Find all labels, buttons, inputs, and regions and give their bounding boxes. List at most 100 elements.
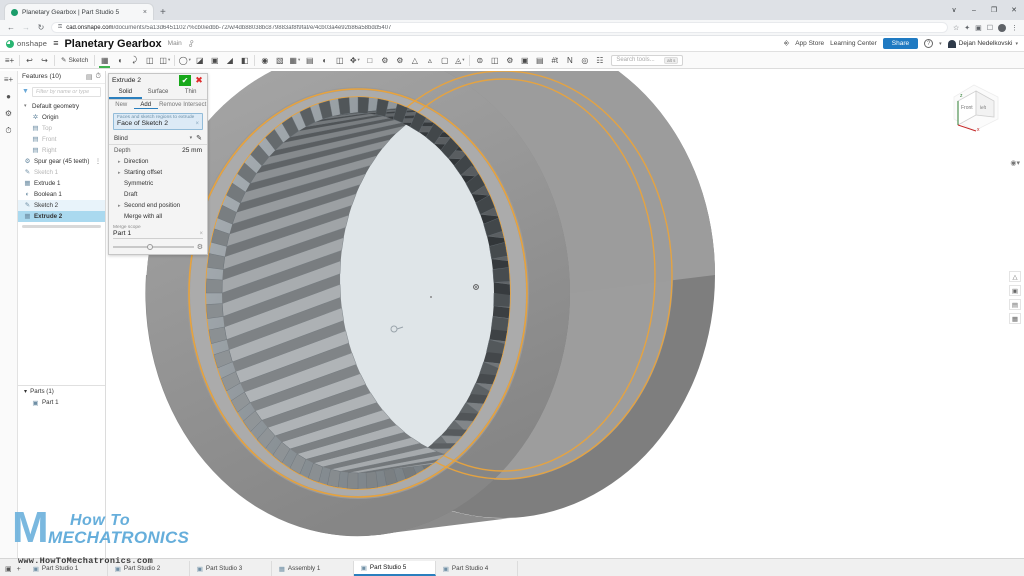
new-tab-button[interactable]: + <box>154 8 172 20</box>
feature-item-right[interactable]: ▤ Right <box>18 145 105 156</box>
chevron-down-icon[interactable]: ▾ <box>24 103 29 109</box>
chevron-down-icon[interactable]: ▾ <box>298 57 300 63</box>
comments-rail-icon[interactable]: ● <box>6 92 11 101</box>
render-icon[interactable]: ▣ <box>517 53 532 68</box>
thicken-icon[interactable]: ◫▾ <box>157 53 172 68</box>
revolve-icon[interactable]: ◖ <box>112 53 127 68</box>
feature-item-boolean-1[interactable]: ◐ Boolean 1 <box>18 189 105 200</box>
rib-icon[interactable]: ◧ <box>237 53 252 68</box>
feature-item-top[interactable]: ▤ Top <box>18 123 105 134</box>
clear-selection-icon[interactable]: × <box>195 121 199 127</box>
feature-item-spur-gear[interactable]: ⚙ Spur gear (45 teeth) ⋮ <box>18 156 105 167</box>
close-tab-icon[interactable]: × <box>143 9 147 16</box>
opacity-slider-track[interactable] <box>113 246 194 248</box>
maximize-button[interactable]: ❐ <box>984 0 1004 20</box>
opacity-slider-knob[interactable] <box>147 244 153 250</box>
feature-item-origin[interactable]: ✲ Origin <box>18 112 105 123</box>
end-condition-dropdown[interactable]: Blind ▾ ✎ <box>109 132 207 145</box>
collapse-all-icon[interactable]: ▤ <box>86 73 93 81</box>
feature-filter-input[interactable]: Filter by name or type <box>32 87 101 97</box>
curve-tool-icon[interactable]: N <box>562 53 577 68</box>
chevron-down-icon[interactable]: ▾ <box>24 388 27 395</box>
comment-toggle-icon[interactable]: ⎆ <box>784 40 789 48</box>
learning-center-link[interactable]: Learning Center <box>830 40 877 47</box>
tap-icon[interactable]: ▧ <box>272 53 287 68</box>
selection-field[interactable]: Faces and sketch regions to extrude Face… <box>113 113 203 130</box>
option-draft[interactable]: Draft <box>109 189 207 200</box>
onshape-logo[interactable]: onshape <box>6 39 47 48</box>
extrude-icon[interactable]: ▦ <box>97 53 112 68</box>
help-icon[interactable]: ? <box>924 39 933 48</box>
profile-avatar-icon[interactable] <box>998 24 1006 32</box>
feature-item-sketch-1[interactable]: ✎ Sketch 1 <box>18 167 105 178</box>
link-icon[interactable]: ☍ <box>186 38 197 49</box>
clear-merge-scope-icon[interactable]: × <box>199 231 203 237</box>
display-state-icon[interactable]: ▣ <box>1009 285 1021 296</box>
doc-tab-part-studio-4[interactable]: ▣ Part Studio 4 <box>436 561 518 576</box>
boolean-icon[interactable]: ◐ <box>317 53 332 68</box>
document-title[interactable]: Planetary Gearbox <box>64 38 161 50</box>
option-starting-offset[interactable]: ▸ Starting offset <box>109 167 207 178</box>
mirror-icon[interactable]: ▤ <box>302 53 317 68</box>
tab-solid[interactable]: Solid <box>109 87 142 99</box>
view-cube-front-label[interactable]: Front <box>961 105 973 111</box>
sketch-plane-icon[interactable]: ▢ <box>437 53 452 68</box>
subtab-remove[interactable]: Remove <box>158 102 183 109</box>
reload-icon[interactable]: ↻ <box>36 23 46 32</box>
sweep-icon[interactable]: ⤸ <box>127 53 142 68</box>
extension-icon-3[interactable]: ☐ <box>987 24 993 32</box>
address-bar[interactable]: ⚿ cad.onshape.com/documents/5a13d6451102… <box>51 22 948 33</box>
confirm-button[interactable]: ✔ <box>179 75 191 86</box>
graphics-viewport[interactable]: ◠1 Extrude 2 ✔ ✖ Solid Surface Thin New … <box>106 71 1024 558</box>
help-caret-icon[interactable]: ▾ <box>939 41 942 47</box>
option-symmetric[interactable]: Symmetric <box>109 178 207 189</box>
helix-icon[interactable]: ◎ <box>577 53 592 68</box>
transform-icon[interactable]: ✥▾ <box>347 53 362 68</box>
chevron-down-icon[interactable]: ▾ <box>190 135 193 141</box>
tool-search-box[interactable]: Search tools... alt s <box>611 55 683 66</box>
app-store-link[interactable]: App Store <box>795 40 824 47</box>
fillet-icon[interactable]: ◯▾ <box>177 53 192 68</box>
subtab-new[interactable]: New <box>109 102 134 109</box>
back-icon[interactable]: ← <box>6 23 16 32</box>
bookmark-star-icon[interactable]: ☆ <box>953 24 959 32</box>
pattern-icon[interactable]: ▦▾ <box>287 53 302 68</box>
assembly-gear-icon[interactable]: ⚙ <box>502 53 517 68</box>
view-orientation-icon[interactable]: ◉▾ <box>1010 159 1020 167</box>
user-account-menu[interactable]: Dejan Nedelkovski ▾ <box>948 40 1018 48</box>
browser-tab-active[interactable]: Planetary Gearbox | Part Studio 5 × <box>4 3 154 20</box>
close-window-button[interactable]: ✕ <box>1004 0 1024 20</box>
chevron-down-icon[interactable]: ▾ <box>462 57 464 63</box>
share-button[interactable]: Share <box>883 38 918 49</box>
view-cube-side-label[interactable]: left <box>980 105 986 110</box>
view-cube[interactable]: z x Front left <box>946 75 1006 141</box>
merge-scope-field[interactable]: Merge scope Part 1 × <box>113 225 203 239</box>
view-cube-svg[interactable]: z x <box>946 75 1006 141</box>
thread-icon[interactable]: #t <box>547 53 562 68</box>
option-direction[interactable]: ▸ Direction <box>109 156 207 167</box>
feature-list-icon[interactable]: ≡+ <box>2 53 17 68</box>
measure-icon[interactable]: ◫ <box>487 53 502 68</box>
filter-icon[interactable]: ▼ <box>22 88 29 95</box>
tab-thin[interactable]: Thin <box>174 87 207 99</box>
explode-view-icon[interactable]: ▦ <box>1009 313 1021 324</box>
feature-list-rail-icon[interactable]: ≡+ <box>4 75 13 84</box>
delete-face-icon[interactable]: □ <box>362 53 377 68</box>
bounding-box-icon[interactable]: ☷ <box>592 53 607 68</box>
tab-menu-icon[interactable]: ▣ <box>5 565 12 573</box>
depth-value[interactable]: 25 mm <box>182 147 202 154</box>
browser-menu-icon[interactable]: ⋮ <box>1011 24 1018 32</box>
draft-icon[interactable]: ◢ <box>222 53 237 68</box>
extension-icon-2[interactable]: ▣ <box>975 24 982 32</box>
section-view-icon[interactable]: △ <box>1009 271 1021 282</box>
redo-icon[interactable]: ↪ <box>37 53 52 68</box>
parts-header[interactable]: ▾ Parts (1) <box>18 386 105 397</box>
feature-item-extrude-2[interactable]: ▦ Extrude 2 <box>18 211 105 222</box>
subtab-add[interactable]: Add <box>134 102 159 109</box>
shell-icon[interactable]: ▣ <box>207 53 222 68</box>
tab-surface[interactable]: Surface <box>142 87 175 99</box>
flip-direction-icon[interactable]: ✎ <box>196 134 202 142</box>
feature-options-icon[interactable]: ⋮ <box>95 158 101 165</box>
gear-icon[interactable]: ⚙ <box>197 243 203 251</box>
split-icon[interactable]: ◫ <box>332 53 347 68</box>
